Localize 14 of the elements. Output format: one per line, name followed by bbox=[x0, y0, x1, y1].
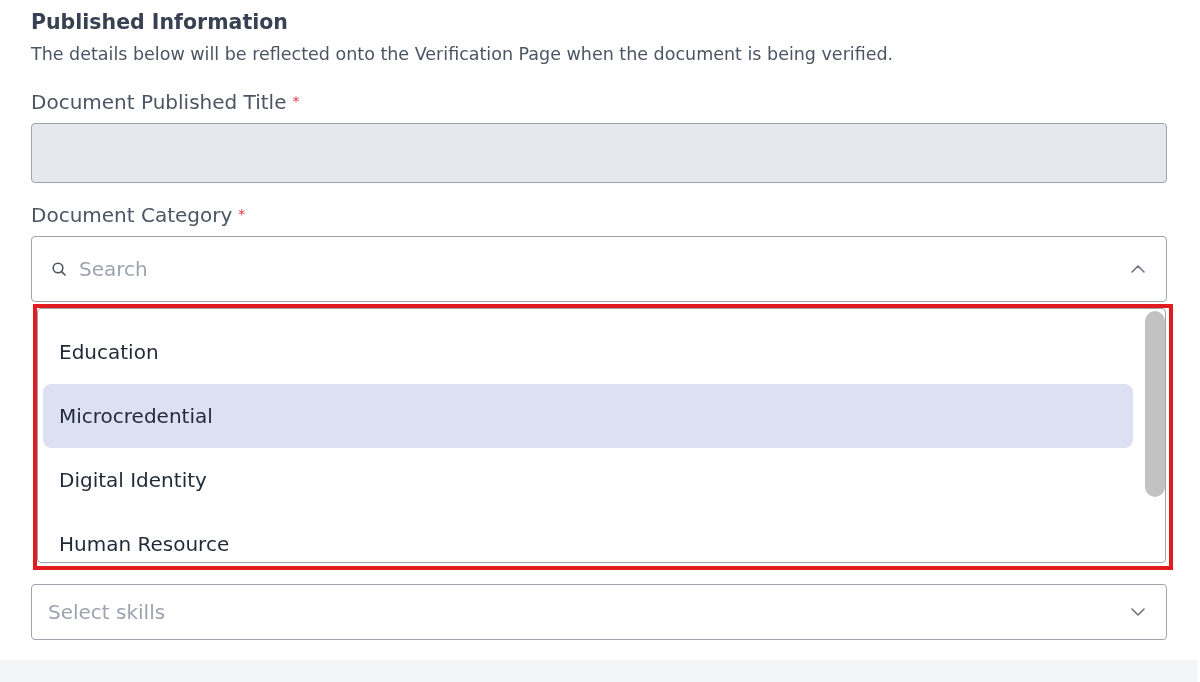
required-mark: * bbox=[292, 94, 300, 108]
category-option[interactable]: Digital Identity bbox=[43, 448, 1133, 512]
category-select[interactable]: Search bbox=[31, 236, 1167, 302]
category-option[interactable]: Education bbox=[43, 320, 1133, 384]
search-icon bbox=[52, 262, 66, 276]
category-option[interactable]: Human Resource bbox=[43, 512, 1133, 562]
category-option[interactable]: Microcredential bbox=[43, 384, 1133, 448]
scrollbar-thumb[interactable] bbox=[1145, 311, 1165, 497]
field-label: Document Published Title bbox=[31, 90, 287, 114]
section-description: The details below will be reflected onto the Verification Page when the document is being verified. bbox=[31, 43, 894, 65]
field-label: Document Category bbox=[31, 203, 233, 227]
search-input[interactable]: Search bbox=[79, 256, 1119, 282]
required-mark: * bbox=[238, 207, 246, 221]
section-title: Published Information bbox=[31, 9, 288, 35]
